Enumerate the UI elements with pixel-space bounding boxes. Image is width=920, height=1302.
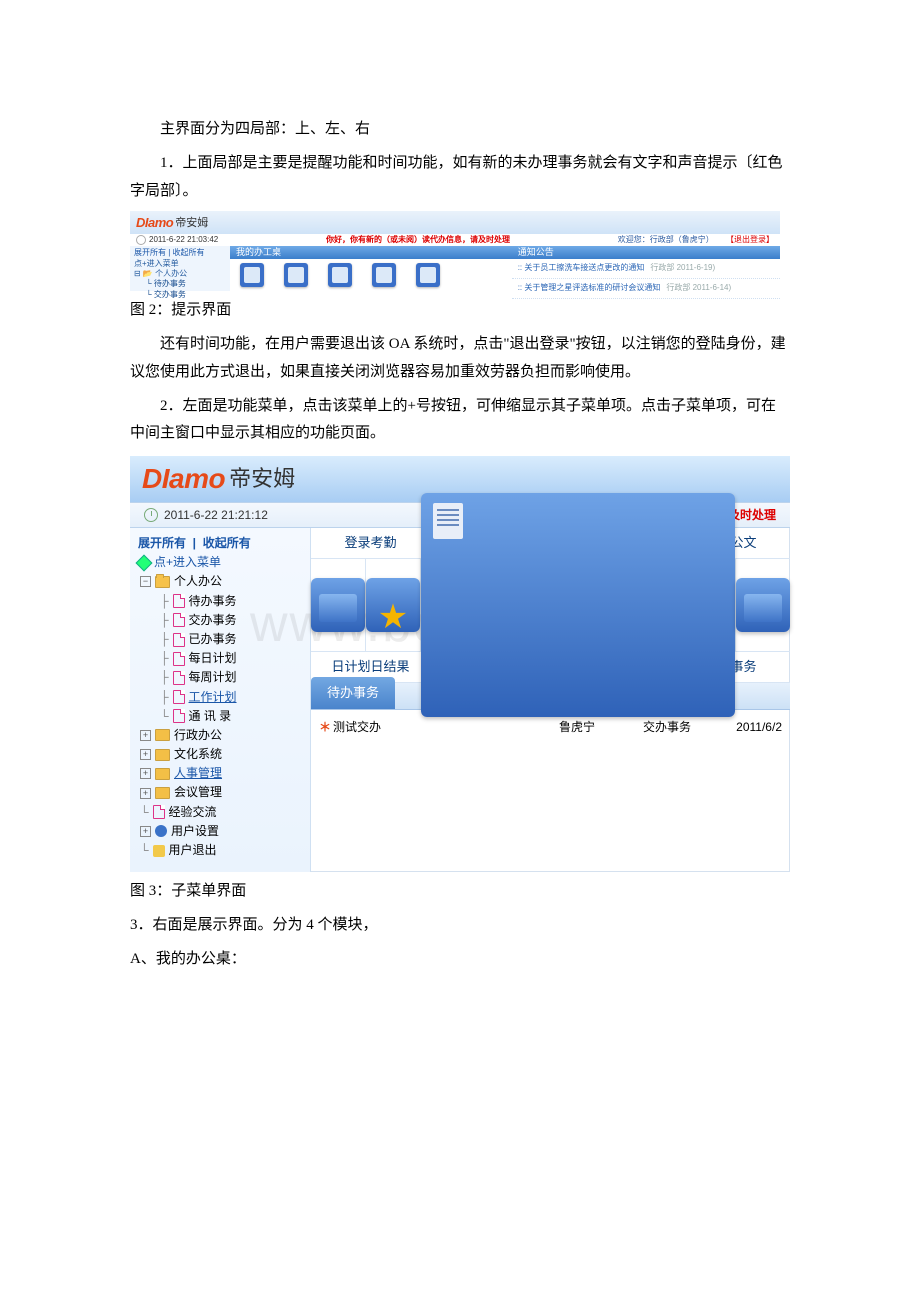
logo-en: DIamo: [142, 453, 225, 505]
folder-icon: [155, 749, 170, 761]
app-logo-bar: DIamo 帝安姆: [130, 211, 780, 234]
tree-item[interactable]: ├已办事务: [138, 630, 302, 649]
tree-group-personal[interactable]: − 个人办公: [138, 572, 302, 591]
tree-item-exit[interactable]: └ 用户退出: [138, 841, 302, 860]
figure-caption: 图 2：提示界面: [130, 297, 790, 325]
page-icon: [173, 652, 185, 666]
tree-root[interactable]: ⊟ 📂 个人办公: [134, 269, 234, 279]
tree-item[interactable]: ├工作计划: [138, 688, 302, 707]
logo-en: DIamo: [136, 211, 173, 235]
expand-all[interactable]: 展开所有: [134, 248, 166, 257]
paragraph: A、我的办公桌：: [130, 946, 790, 974]
tree-item[interactable]: ├每日计划: [138, 649, 302, 668]
sidebar: 展开所有 | 收起所有 点+进入菜单 − 个人办公 ├待办事务 ├交办事务 ├已…: [130, 528, 311, 872]
tree-item[interactable]: ├每周计划: [138, 668, 302, 687]
notice-row[interactable]: :: 关于管理之星评选标准的研讨会议通知行政部 2011-6-14): [512, 279, 780, 299]
figure-caption: 图 3：子菜单界面: [130, 878, 790, 906]
expand-icon[interactable]: +: [140, 826, 151, 837]
tree-group-admin[interactable]: + 行政办公: [138, 726, 302, 745]
paragraph: 2．左面是功能菜单，点击该菜单上的+号按钮，可伸缩显示其子菜单项。点击子菜单项，…: [130, 393, 790, 449]
page-icon: [173, 671, 185, 685]
collapse-all[interactable]: 收起所有: [203, 536, 251, 550]
folder-open-icon: [155, 576, 170, 588]
desk-icon[interactable]: [240, 263, 264, 287]
exit-icon: [153, 845, 165, 857]
clock-icon: [136, 235, 146, 245]
page-icon: [173, 633, 185, 647]
collapse-all[interactable]: 收起所有: [173, 248, 205, 257]
document-icon[interactable]: [421, 493, 735, 717]
tree-group-meeting[interactable]: + 会议管理: [138, 783, 302, 802]
welcome-text: 欢迎您：行政部（鲁虎宁）: [618, 235, 714, 244]
panel-my-desk: 我的办工桌: [230, 246, 512, 259]
expand-icon[interactable]: +: [140, 768, 151, 779]
paragraph: 还有时间功能，在用户需要退出该 OA 系统时，点击"退出登录"按钮，以注销您的登…: [130, 331, 790, 387]
folder-icon: [155, 729, 170, 741]
datetime: 2011-6-22 21:21:12: [164, 504, 268, 526]
gear-icon: [155, 825, 167, 837]
panel-notice: 通知公告: [512, 246, 780, 259]
page-icon: [173, 690, 185, 704]
enter-menu-hint: 点+进入菜单: [134, 259, 234, 269]
desk-icon[interactable]: [284, 263, 308, 287]
tree-group-culture[interactable]: + 文化系统: [138, 745, 302, 764]
tree-item[interactable]: └ 交办事务: [134, 290, 234, 300]
tree-group-settings[interactable]: + 用户设置: [138, 822, 302, 841]
expand-icon[interactable]: +: [140, 730, 151, 741]
paragraph: 3．右面是展示界面。分为 4 个模块，: [130, 912, 790, 940]
tab-todo[interactable]: 待办事务: [311, 677, 395, 709]
folder-icon[interactable]: [736, 578, 790, 632]
paragraph: 主界面分为四局部：上、左、右: [130, 116, 790, 144]
sidebar-mini: 展开所有 | 收起所有 点+进入菜单 ⊟ 📂 个人办公 └ 待办事务 └ 交办事…: [130, 246, 239, 291]
tree-item[interactable]: ├待办事务: [138, 592, 302, 611]
page-icon: [153, 805, 165, 819]
clock-icon: [144, 508, 158, 522]
collapse-icon[interactable]: −: [140, 576, 151, 587]
logo-cn: 帝安姆: [229, 459, 295, 500]
logout-button[interactable]: 【退出登录】: [726, 235, 774, 244]
row-date: 2011/6/2: [712, 716, 782, 738]
tree-group-hr[interactable]: + 人事管理: [138, 764, 302, 783]
tree-item-experience[interactable]: └ 经验交流: [138, 803, 302, 822]
pin-icon: [136, 554, 153, 571]
main-mini: 我的办工桌 通知公告 :: 关于员工擦洗车接送点更改的通知行政部 2011-6-…: [230, 246, 780, 291]
folder-icon[interactable]: [311, 578, 365, 632]
page-icon: [173, 709, 185, 723]
desk-icon[interactable]: [416, 263, 440, 287]
tree-item[interactable]: └ 待办事务: [134, 279, 234, 289]
new-mark-icon: ＊: [319, 720, 331, 734]
desk-icon[interactable]: [328, 263, 352, 287]
expand-all[interactable]: 展开所有: [138, 536, 186, 550]
folder-icon: [155, 768, 170, 780]
tree-item[interactable]: ├交办事务: [138, 611, 302, 630]
expand-icon[interactable]: +: [140, 788, 151, 799]
folder-icon: [155, 787, 170, 799]
star-folder-icon[interactable]: [366, 578, 420, 632]
shortcut-attendance[interactable]: 登录考勤: [311, 528, 430, 558]
desk-icon[interactable]: [372, 263, 396, 287]
enter-menu-hint: 点+进入菜单: [154, 553, 221, 572]
row-owner: 鲁虎宁: [532, 716, 622, 738]
status-bar: 2011-6-22 21:03:42 你好，你有新的（或未阅）读代办信息，请及时…: [130, 234, 780, 246]
logo-cn: 帝安姆: [175, 213, 208, 233]
tree-item[interactable]: └通 讯 录: [138, 707, 302, 726]
notice-row[interactable]: :: 关于员工擦洗车接送点更改的通知行政部 2011-6-19): [512, 259, 780, 279]
page-icon: [173, 594, 185, 608]
paragraph: 1．上面局部是主要是提醒功能和时间功能，如有新的未办理事务就会有文字和声音提示〔…: [130, 150, 790, 206]
screenshot-fig2: DIamo 帝安姆 2011-6-22 21:03:42 你好，你有新的（或未阅…: [130, 211, 780, 291]
page-icon: [173, 613, 185, 627]
screenshot-fig3: www.bdocx.com DIamo 帝安姆 2011-6-22 21:21:…: [130, 456, 790, 872]
expand-icon[interactable]: +: [140, 749, 151, 760]
main-panel: 登录考勤 通 讯 录 我的资料 行政公文 日计划日结果 周计划周结果 通知公告 …: [311, 528, 790, 872]
row-type: 交办事务: [622, 716, 712, 738]
